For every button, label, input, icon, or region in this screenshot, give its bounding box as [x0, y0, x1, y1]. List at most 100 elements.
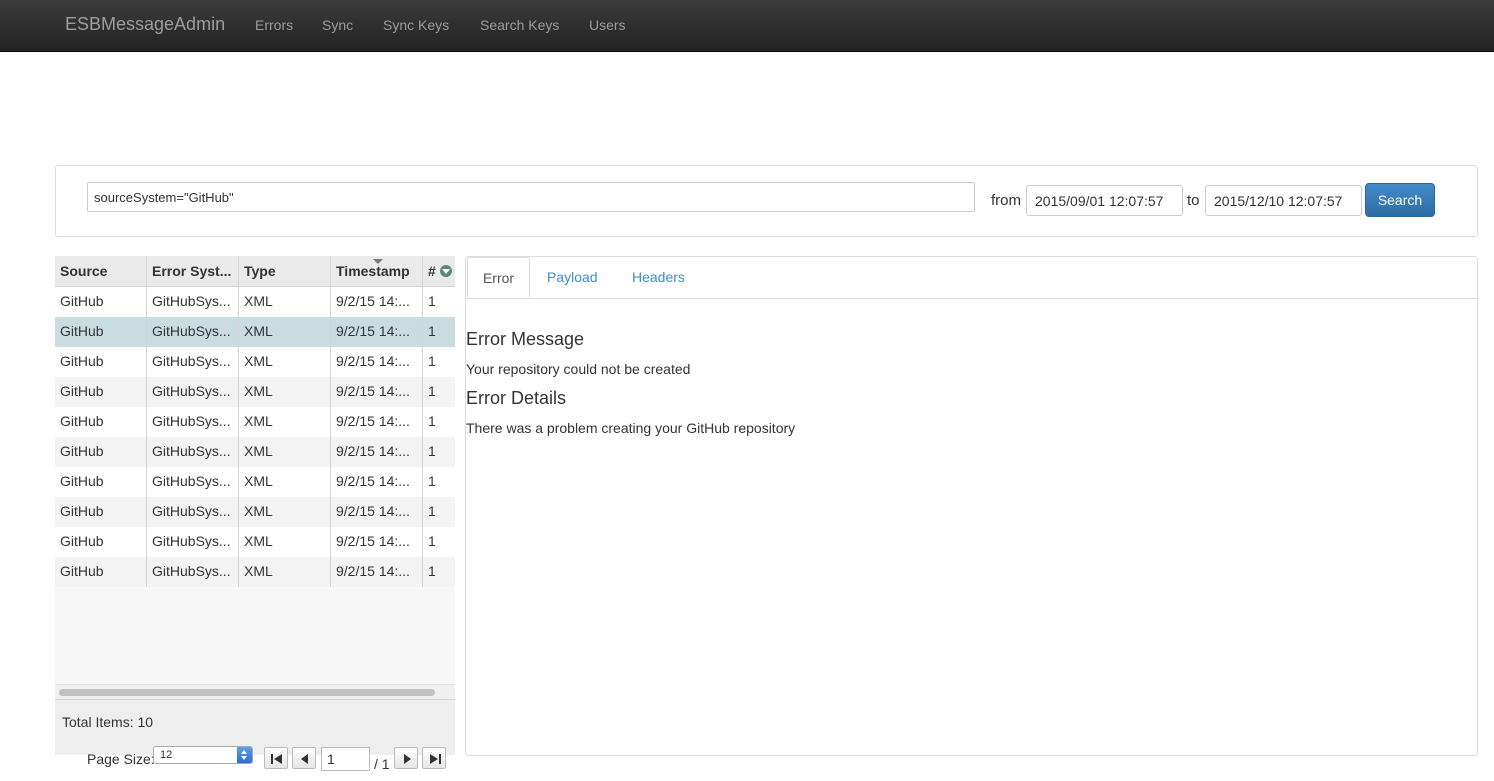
cell-error-system: GitHubSys...	[147, 527, 239, 557]
sort-descending-icon	[373, 259, 383, 264]
scrollbar-thumb[interactable]	[59, 689, 435, 696]
cell-source: GitHub	[55, 287, 147, 317]
first-page-button[interactable]	[264, 747, 288, 769]
cell-timestamp: 9/2/15 14:...	[331, 317, 423, 347]
cell-timestamp: 9/2/15 14:...	[331, 437, 423, 467]
table-row[interactable]: GitHub GitHubSys... XML 9/2/15 14:... 1	[55, 557, 455, 587]
next-page-icon	[404, 754, 411, 764]
cell-type: XML	[239, 407, 331, 437]
cell-timestamp: 9/2/15 14:...	[331, 497, 423, 527]
page-size-value: 12	[160, 749, 173, 761]
cell-source: GitHub	[55, 467, 147, 497]
cell-error-system: GitHubSys...	[147, 557, 239, 587]
nav-sync-keys[interactable]: Sync Keys	[383, 17, 449, 33]
nav-users[interactable]: Users	[589, 17, 626, 33]
cell-source: GitHub	[55, 437, 147, 467]
detail-tabs: Error Payload Headers	[466, 257, 1477, 299]
cell-type: XML	[239, 347, 331, 377]
table-row[interactable]: GitHub GitHubSys... XML 9/2/15 14:... 1	[55, 467, 455, 497]
cell-error-system: GitHubSys...	[147, 437, 239, 467]
select-arrows-icon	[237, 747, 252, 763]
first-page-icon	[271, 754, 282, 764]
error-message-text: Your repository could not be created	[466, 361, 691, 377]
cell-timestamp: 9/2/15 14:...	[331, 467, 423, 497]
cell-timestamp: 9/2/15 14:...	[331, 377, 423, 407]
cell-type: XML	[239, 377, 331, 407]
page-size-label: Page Size:	[87, 751, 155, 767]
to-label: to	[1187, 192, 1200, 209]
cell-source: GitHub	[55, 527, 147, 557]
cell-type: XML	[239, 557, 331, 587]
cell-type: XML	[239, 437, 331, 467]
tab-headers[interactable]: Headers	[632, 257, 685, 298]
error-grid: Source Error Syst... Type Timestamp # Gi…	[55, 256, 455, 755]
cell-source: GitHub	[55, 407, 147, 437]
top-navbar: ESBMessageAdmin Errors Sync Sync Keys Se…	[0, 0, 1494, 52]
cell-source: GitHub	[55, 377, 147, 407]
cell-error-system: GitHubSys...	[147, 497, 239, 527]
table-row[interactable]: GitHub GitHubSys... XML 9/2/15 14:... 1	[55, 347, 455, 377]
total-items: Total Items: 10	[62, 714, 154, 730]
cell-type: XML	[239, 287, 331, 317]
search-panel: from to Search	[55, 165, 1478, 237]
table-row[interactable]: GitHub GitHubSys... XML 9/2/15 14:... 1	[55, 287, 455, 317]
cell-type: XML	[239, 527, 331, 557]
cell-timestamp: 9/2/15 14:...	[331, 527, 423, 557]
from-label: from	[991, 192, 1021, 209]
cell-count: 1	[428, 443, 436, 459]
to-date-input[interactable]	[1205, 185, 1362, 216]
nav-errors[interactable]: Errors	[255, 17, 293, 33]
page-size-select[interactable]: 12	[153, 746, 253, 764]
cell-count: 1	[428, 353, 436, 369]
table-row[interactable]: GitHub GitHubSys... XML 9/2/15 14:... 1	[55, 527, 455, 557]
last-page-button[interactable]	[422, 747, 446, 769]
cell-error-system: GitHubSys...	[147, 287, 239, 317]
cell-count: 1	[428, 413, 436, 429]
cell-error-system: GitHubSys...	[147, 467, 239, 497]
prev-page-icon	[301, 754, 308, 764]
error-details-text: There was a problem creating your GitHub…	[466, 420, 796, 436]
table-row[interactable]: GitHub GitHubSys... XML 9/2/15 14:... 1	[55, 407, 455, 437]
cell-timestamp: 9/2/15 14:...	[331, 557, 423, 587]
column-header-source[interactable]: Source	[55, 256, 147, 286]
grid-menu-icon[interactable]	[440, 265, 452, 277]
cell-source: GitHub	[55, 347, 147, 377]
horizontal-scrollbar[interactable]	[55, 684, 455, 699]
column-header-error-system[interactable]: Error Syst...	[147, 256, 239, 286]
error-message-heading: Error Message	[466, 329, 585, 349]
table-row[interactable]: GitHub GitHubSys... XML 9/2/15 14:... 1	[55, 377, 455, 407]
cell-count: 1	[428, 473, 436, 489]
nav-search-keys[interactable]: Search Keys	[480, 17, 559, 33]
table-row[interactable]: GitHub GitHubSys... XML 9/2/15 14:... 1	[55, 497, 455, 527]
current-page-input[interactable]	[321, 747, 370, 771]
query-input[interactable]	[87, 182, 975, 212]
next-page-button[interactable]	[394, 747, 418, 769]
last-page-icon	[430, 754, 441, 764]
table-row[interactable]: GitHub GitHubSys... XML 9/2/15 14:... 1	[55, 437, 455, 467]
cell-source: GitHub	[55, 557, 147, 587]
cell-error-system: GitHubSys...	[147, 377, 239, 407]
cell-count: 1	[428, 563, 436, 579]
cell-error-system: GitHubSys...	[147, 317, 239, 347]
from-date-input[interactable]	[1026, 185, 1183, 216]
column-header-type[interactable]: Type	[239, 256, 331, 286]
cell-error-system: GitHubSys...	[147, 347, 239, 377]
page-count: / 1	[374, 756, 390, 772]
cell-source: GitHub	[55, 497, 147, 527]
cell-timestamp: 9/2/15 14:...	[331, 347, 423, 377]
search-button[interactable]: Search	[1365, 183, 1435, 217]
cell-count: 1	[428, 503, 436, 519]
brand-link[interactable]: ESBMessageAdmin	[65, 14, 225, 35]
cell-type: XML	[239, 317, 331, 347]
tab-payload[interactable]: Payload	[547, 257, 598, 298]
cell-type: XML	[239, 497, 331, 527]
cell-count: 1	[428, 533, 436, 549]
cell-error-system: GitHubSys...	[147, 407, 239, 437]
tab-error[interactable]: Error	[467, 257, 530, 298]
prev-page-button[interactable]	[292, 747, 316, 769]
detail-panel: Error Payload Headers Error Message Your…	[465, 256, 1478, 756]
cell-timestamp: 9/2/15 14:...	[331, 287, 423, 317]
cell-count: 1	[428, 293, 436, 309]
nav-sync[interactable]: Sync	[322, 17, 353, 33]
table-row[interactable]: GitHub GitHubSys... XML 9/2/15 14:... 1	[55, 317, 455, 347]
